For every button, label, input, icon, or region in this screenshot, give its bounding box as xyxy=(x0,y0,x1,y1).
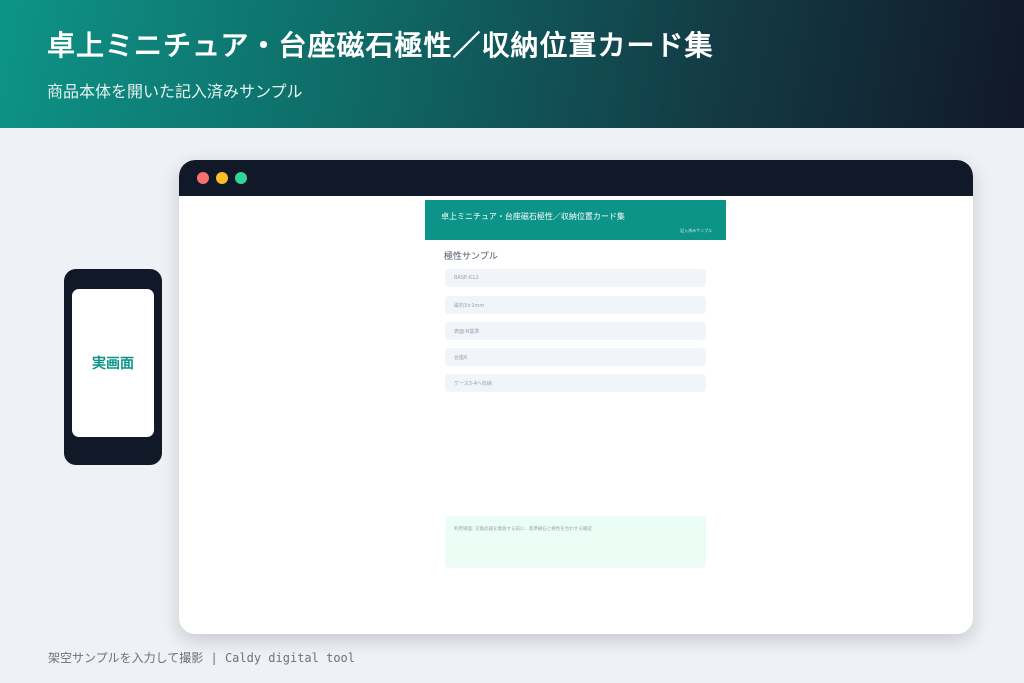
phone-screen: 実画面 xyxy=(72,289,154,437)
app-title: 卓上ミニチュア・台座磁石極性／収納位置カード集 xyxy=(441,212,625,221)
page-title: 卓上ミニチュア・台座磁石極性／収納位置カード集 xyxy=(47,29,714,62)
field-value: 磁石3×1mm xyxy=(454,303,485,309)
field-value: BASE-K12 xyxy=(454,275,479,281)
app-header: 卓上ミニチュア・台座磁石極性／収納位置カード集 記入済みサンプル xyxy=(425,200,726,240)
browser-window: 卓上ミニチュア・台座磁石極性／収納位置カード集 記入済みサンプル 極性サンプル … xyxy=(179,160,973,634)
field-storage-location[interactable]: ケース3-4へ収納 xyxy=(445,374,706,392)
field-polarity[interactable]: 表面:N基準 xyxy=(445,322,706,340)
page-header: 卓上ミニチュア・台座磁石極性／収納位置カード集 商品本体を開いた記入済みサンプル xyxy=(0,0,1024,128)
phone-screen-label: 実画面 xyxy=(92,356,134,372)
close-window-button[interactable] xyxy=(197,172,209,184)
memo-text: 利用場面: 交換武器を着脱する前に、基準磁石と極性を合わせる確認 xyxy=(454,527,592,532)
section-title: 極性サンプル xyxy=(444,252,498,262)
field-base-id[interactable]: BASE-K12 xyxy=(445,269,706,287)
minimize-window-button[interactable] xyxy=(216,172,228,184)
field-value: 表面:N基準 xyxy=(454,329,480,335)
app-note: 記入済みサンプル xyxy=(680,228,712,233)
browser-title-bar xyxy=(179,160,973,196)
field-base-number[interactable]: 台座6 xyxy=(445,348,706,366)
field-magnet-size[interactable]: 磁石3×1mm xyxy=(445,296,706,314)
field-value: ケース3-4へ収納 xyxy=(454,381,492,387)
memo-box[interactable]: 利用場面: 交換武器を着脱する前に、基準磁石と極性を合わせる確認 xyxy=(445,516,706,568)
phone-mockup: 実画面 xyxy=(64,269,162,465)
maximize-window-button[interactable] xyxy=(235,172,247,184)
footer-caption: 架空サンプルを入力して撮影 | Caldy digital tool xyxy=(48,651,355,665)
app-card: 卓上ミニチュア・台座磁石極性／収納位置カード集 記入済みサンプル 極性サンプル … xyxy=(425,200,726,620)
page-subtitle: 商品本体を開いた記入済みサンプル xyxy=(47,82,303,101)
field-value: 台座6 xyxy=(454,355,468,361)
